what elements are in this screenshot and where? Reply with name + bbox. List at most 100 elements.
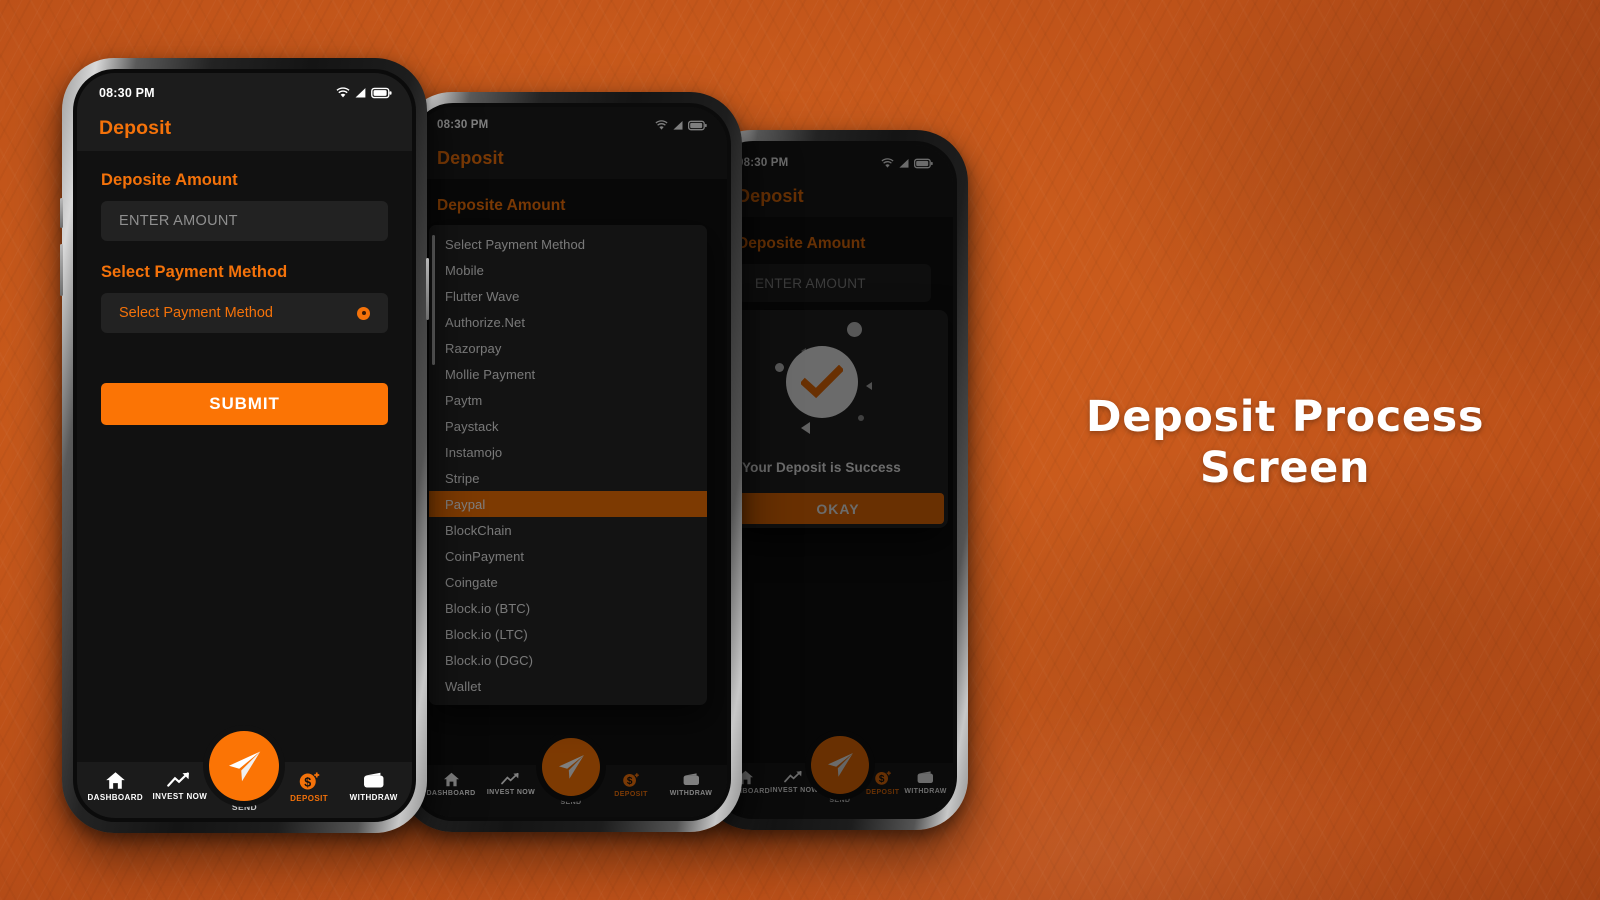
nav-item-invest-now[interactable]: INVEST NOW: [770, 770, 818, 794]
signal-icon: [355, 87, 366, 97]
phone1-power-button[interactable]: [426, 258, 429, 320]
phone1-status-bar: 08:30 PM: [77, 73, 412, 105]
nav-item-deposit[interactable]: $ DEPOSIT: [601, 772, 661, 798]
dropdown-option[interactable]: Mobile: [429, 257, 707, 283]
svg-text:$: $: [627, 776, 633, 787]
status-icon-group: [881, 157, 933, 169]
success-illustration: [728, 310, 948, 460]
svg-text:$: $: [879, 774, 885, 785]
page-title: Deposit: [737, 185, 804, 206]
trending-up-icon: [501, 772, 519, 785]
success-message: Your Deposit is Success: [742, 460, 901, 475]
nav-item-send[interactable]: SEND: [810, 736, 869, 804]
home-icon: [106, 772, 125, 789]
nav-label-deposit: DEPOSIT: [865, 789, 900, 796]
dropdown-option[interactable]: Instamojo: [429, 439, 707, 465]
status-icon-group: [655, 119, 707, 131]
paper-plane-icon: [559, 755, 584, 779]
payment-method-select[interactable]: Select Payment Method: [101, 293, 388, 333]
dropdown-option[interactable]: Mollie Payment: [429, 361, 707, 387]
signal-icon: [673, 120, 683, 130]
phone2-app-bar: Deposit: [415, 137, 727, 179]
send-fab-button[interactable]: [209, 731, 280, 801]
dropdown-option[interactable]: Block.io (LTC): [429, 621, 707, 647]
phone1-volume-button[interactable]: [60, 198, 63, 228]
nav-label-send: SEND: [829, 797, 851, 804]
wifi-icon: [336, 86, 350, 97]
nav-item-send[interactable]: SEND: [541, 738, 601, 806]
dropdown-scrollbar[interactable]: [432, 235, 435, 365]
send-fab-button[interactable]: [542, 738, 600, 796]
dropdown-option[interactable]: Stripe: [429, 465, 707, 491]
nav-item-deposit[interactable]: $ DEPOSIT: [861, 770, 904, 796]
paper-plane-icon: [229, 751, 261, 781]
dollar-coin-icon: $: [299, 772, 319, 790]
amount-input[interactable]: ENTER AMOUNT: [101, 201, 388, 241]
dropdown-option[interactable]: CoinPayment: [429, 543, 707, 569]
wallet-icon: [363, 772, 384, 788]
nav-label-deposit: DEPOSIT: [290, 794, 329, 803]
decor-triangle-right: [866, 382, 872, 390]
nav-item-invest-now[interactable]: INVEST NOW: [481, 772, 541, 796]
amount-label: Deposite Amount: [101, 171, 238, 189]
dropdown-option[interactable]: BlockChain: [429, 517, 707, 543]
phone1-app-bar: Deposit: [77, 105, 412, 151]
phone1-volume-down-button[interactable]: [60, 244, 63, 296]
dropdown-option[interactable]: Paytm: [429, 387, 707, 413]
nav-label-send: SEND: [560, 799, 582, 806]
phone1-bottom-nav: DASHBOARD INVEST NOW SEND $ DEPOSIT WITH…: [77, 731, 412, 818]
dropdown-option[interactable]: Block.io (DGC): [429, 647, 707, 673]
status-time: 08:30 PM: [737, 157, 789, 169]
phone3-status-bar: 08:30 PM: [715, 145, 953, 175]
signal-icon: [899, 158, 909, 168]
dropdown-option[interactable]: Block.io (BTC): [429, 595, 707, 621]
dropdown-option[interactable]: Paypal: [429, 491, 707, 517]
phone2-screen: 08:30 PM Deposit Deposite Amount DASHBOA…: [415, 107, 727, 817]
dropdown-option[interactable]: Coingate: [429, 569, 707, 595]
phone-mockup-form: 08:30 PM Deposit Deposite Amount ENTER A…: [60, 58, 429, 833]
checkmark-glyph: [801, 365, 843, 399]
phone1-bezel: 08:30 PM Deposit Deposite Amount ENTER A…: [73, 69, 416, 822]
page-title: Deposit: [437, 147, 504, 168]
battery-icon: [688, 120, 707, 130]
nav-item-withdraw[interactable]: WITHDRAW: [904, 770, 947, 795]
battery-icon: [914, 158, 933, 168]
decor-triangle-left: [801, 422, 810, 434]
okay-button[interactable]: OKAY: [732, 493, 944, 524]
dropdown-option[interactable]: Authorize.Net: [429, 309, 707, 335]
trending-up-icon: [167, 772, 190, 787]
nav-label-invest-now: INVEST NOW: [770, 787, 819, 794]
nav-item-withdraw[interactable]: WITHDRAW: [661, 772, 721, 797]
dropdown-option[interactable]: Select Payment Method: [429, 231, 707, 257]
nav-item-dashboard[interactable]: DASHBOARD: [83, 771, 148, 802]
dropdown-option[interactable]: Paystack: [429, 413, 707, 439]
payment-method-dropdown[interactable]: Select Payment Method Mobile Flutter Wave A…: [429, 225, 707, 705]
submit-button[interactable]: SUBMIT: [101, 383, 388, 425]
nav-item-deposit[interactable]: $ DEPOSIT: [277, 771, 342, 803]
nav-item-send[interactable]: SEND: [209, 731, 280, 812]
dropdown-option[interactable]: Razorpay: [429, 335, 707, 361]
wifi-icon: [655, 119, 668, 130]
nav-item-withdraw[interactable]: WITHDRAW: [341, 771, 406, 802]
paper-plane-icon: [827, 753, 853, 777]
headline-line-2: Screen: [1199, 442, 1371, 493]
nav-item-dashboard[interactable]: DASHBOARD: [421, 772, 481, 797]
page-title: Deposit: [99, 116, 172, 139]
nav-item-invest-now[interactable]: INVEST NOW: [148, 771, 213, 801]
nav-label-send: SEND: [231, 802, 258, 812]
nav-label-invest-now: INVEST NOW: [486, 789, 536, 796]
nav-label-withdraw: WITHDRAW: [669, 790, 713, 797]
phone2-bottom-nav: DASHBOARD INVEST NOW SEND $ DEPOSIT WITH…: [415, 738, 727, 817]
decor-circle-small: [858, 415, 864, 421]
dollar-coin-icon: $: [623, 773, 639, 787]
send-fab-button[interactable]: [810, 736, 869, 794]
amount-input[interactable]: ENTER AMOUNT: [737, 264, 931, 302]
dropdown-option[interactable]: Wallet: [429, 673, 707, 699]
check-circle-icon: [786, 346, 858, 418]
dropdown-option[interactable]: Flutter Wave: [429, 283, 707, 309]
nav-label-withdraw: WITHDRAW: [349, 793, 398, 802]
poster-headline: Deposit Process Screen: [1035, 392, 1535, 493]
dropdown-dot-icon: [357, 306, 370, 320]
dollar-coin-icon: $: [874, 771, 891, 785]
phone3-app-bar: Deposit: [715, 175, 953, 217]
